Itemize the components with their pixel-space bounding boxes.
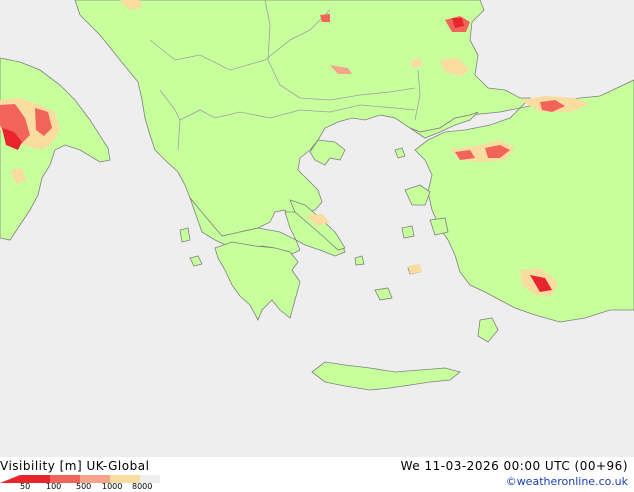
map-title: Visibility [m] UK-Global [0,459,150,473]
forecast-datetime: We 11-03-2026 00:00 UTC (00+96) [400,459,628,473]
visibility-map [0,0,634,457]
map-footer: Visibility [m] UK-Global We 11-03-2026 0… [0,457,634,492]
credit-link[interactable]: ©weatheronline.co.uk [506,475,628,488]
legend-labels: 50 100 500 1000 8000 [0,482,170,492]
